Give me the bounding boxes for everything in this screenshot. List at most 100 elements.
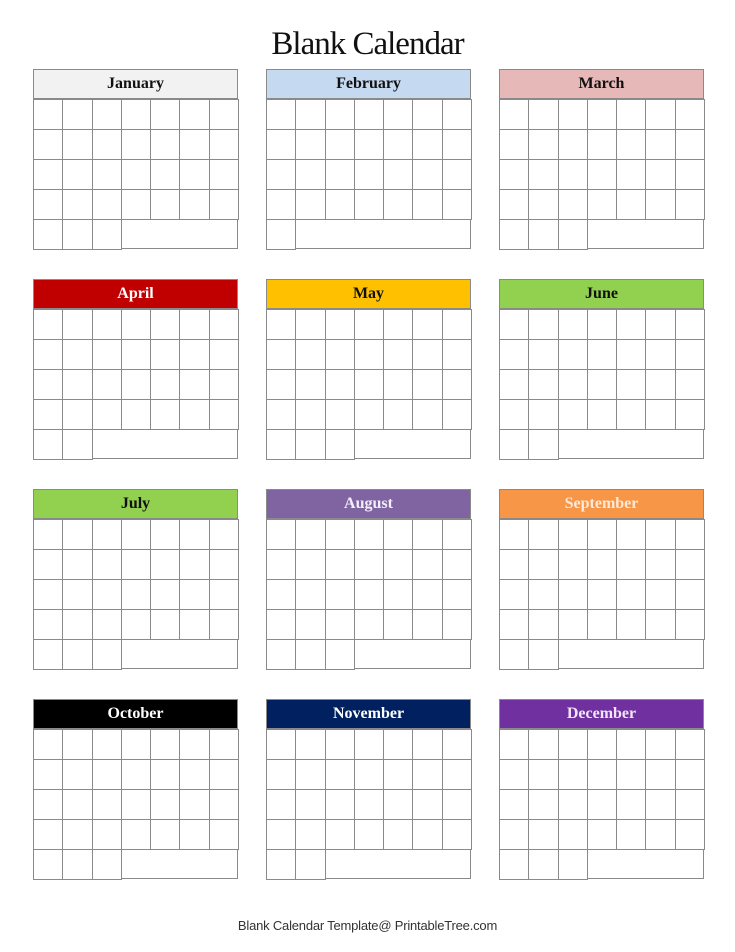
- day-cell[interactable]: [33, 129, 63, 160]
- day-cell[interactable]: [33, 159, 63, 190]
- day-cell[interactable]: [587, 789, 617, 820]
- day-cell[interactable]: [325, 339, 355, 370]
- day-cell[interactable]: [675, 99, 705, 130]
- day-cell[interactable]: [121, 99, 151, 130]
- day-cell[interactable]: [92, 849, 122, 880]
- notes-cell[interactable]: [121, 849, 238, 879]
- day-cell[interactable]: [442, 339, 472, 370]
- day-cell[interactable]: [587, 819, 617, 850]
- day-cell[interactable]: [616, 819, 646, 850]
- day-cell[interactable]: [442, 579, 472, 610]
- day-cell[interactable]: [499, 339, 529, 370]
- day-cell[interactable]: [150, 549, 180, 580]
- day-cell[interactable]: [121, 309, 151, 340]
- day-cell[interactable]: [92, 759, 122, 790]
- day-cell[interactable]: [675, 759, 705, 790]
- day-cell[interactable]: [179, 549, 210, 580]
- day-cell[interactable]: [528, 159, 559, 190]
- day-cell[interactable]: [121, 759, 151, 790]
- day-cell[interactable]: [528, 99, 559, 130]
- day-cell[interactable]: [33, 399, 63, 430]
- day-cell[interactable]: [587, 159, 617, 190]
- day-cell[interactable]: [92, 219, 122, 250]
- day-cell[interactable]: [325, 519, 355, 550]
- day-cell[interactable]: [266, 429, 296, 460]
- day-cell[interactable]: [499, 519, 529, 550]
- day-cell[interactable]: [587, 549, 617, 580]
- day-cell[interactable]: [412, 369, 443, 400]
- day-cell[interactable]: [528, 759, 559, 790]
- day-cell[interactable]: [92, 609, 122, 640]
- day-cell[interactable]: [354, 819, 384, 850]
- day-cell[interactable]: [179, 519, 210, 550]
- day-cell[interactable]: [383, 759, 413, 790]
- day-cell[interactable]: [179, 339, 210, 370]
- day-cell[interactable]: [92, 789, 122, 820]
- day-cell[interactable]: [295, 429, 326, 460]
- day-cell[interactable]: [121, 159, 151, 190]
- day-cell[interactable]: [62, 849, 93, 880]
- day-cell[interactable]: [558, 189, 588, 220]
- day-cell[interactable]: [121, 399, 151, 430]
- day-cell[interactable]: [62, 759, 93, 790]
- day-cell[interactable]: [121, 369, 151, 400]
- day-cell[interactable]: [209, 549, 239, 580]
- notes-cell[interactable]: [325, 849, 471, 879]
- day-cell[interactable]: [412, 519, 443, 550]
- day-cell[interactable]: [209, 729, 239, 760]
- day-cell[interactable]: [558, 819, 588, 850]
- day-cell[interactable]: [150, 129, 180, 160]
- day-cell[interactable]: [675, 609, 705, 640]
- day-cell[interactable]: [295, 159, 326, 190]
- day-cell[interactable]: [383, 549, 413, 580]
- day-cell[interactable]: [325, 549, 355, 580]
- day-cell[interactable]: [266, 189, 296, 220]
- day-cell[interactable]: [354, 579, 384, 610]
- day-cell[interactable]: [587, 609, 617, 640]
- day-cell[interactable]: [33, 549, 63, 580]
- day-cell[interactable]: [62, 519, 93, 550]
- day-cell[interactable]: [209, 759, 239, 790]
- day-cell[interactable]: [412, 399, 443, 430]
- day-cell[interactable]: [62, 789, 93, 820]
- day-cell[interactable]: [616, 519, 646, 550]
- day-cell[interactable]: [675, 579, 705, 610]
- day-cell[interactable]: [266, 819, 296, 850]
- day-cell[interactable]: [675, 399, 705, 430]
- notes-cell[interactable]: [121, 219, 238, 249]
- day-cell[interactable]: [92, 189, 122, 220]
- day-cell[interactable]: [150, 819, 180, 850]
- day-cell[interactable]: [62, 99, 93, 130]
- notes-cell[interactable]: [354, 639, 471, 669]
- day-cell[interactable]: [442, 189, 472, 220]
- day-cell[interactable]: [587, 99, 617, 130]
- day-cell[interactable]: [150, 159, 180, 190]
- day-cell[interactable]: [179, 369, 210, 400]
- day-cell[interactable]: [325, 639, 355, 670]
- day-cell[interactable]: [354, 519, 384, 550]
- day-cell[interactable]: [295, 129, 326, 160]
- day-cell[interactable]: [33, 219, 63, 250]
- day-cell[interactable]: [354, 99, 384, 130]
- day-cell[interactable]: [92, 339, 122, 370]
- day-cell[interactable]: [33, 339, 63, 370]
- day-cell[interactable]: [92, 639, 122, 670]
- day-cell[interactable]: [325, 189, 355, 220]
- day-cell[interactable]: [33, 789, 63, 820]
- day-cell[interactable]: [62, 729, 93, 760]
- day-cell[interactable]: [528, 789, 559, 820]
- day-cell[interactable]: [645, 399, 676, 430]
- day-cell[interactable]: [62, 129, 93, 160]
- day-cell[interactable]: [616, 159, 646, 190]
- day-cell[interactable]: [558, 339, 588, 370]
- day-cell[interactable]: [528, 579, 559, 610]
- day-cell[interactable]: [325, 609, 355, 640]
- day-cell[interactable]: [325, 369, 355, 400]
- day-cell[interactable]: [179, 129, 210, 160]
- day-cell[interactable]: [528, 399, 559, 430]
- day-cell[interactable]: [645, 819, 676, 850]
- day-cell[interactable]: [442, 789, 472, 820]
- day-cell[interactable]: [150, 339, 180, 370]
- day-cell[interactable]: [150, 759, 180, 790]
- day-cell[interactable]: [528, 309, 559, 340]
